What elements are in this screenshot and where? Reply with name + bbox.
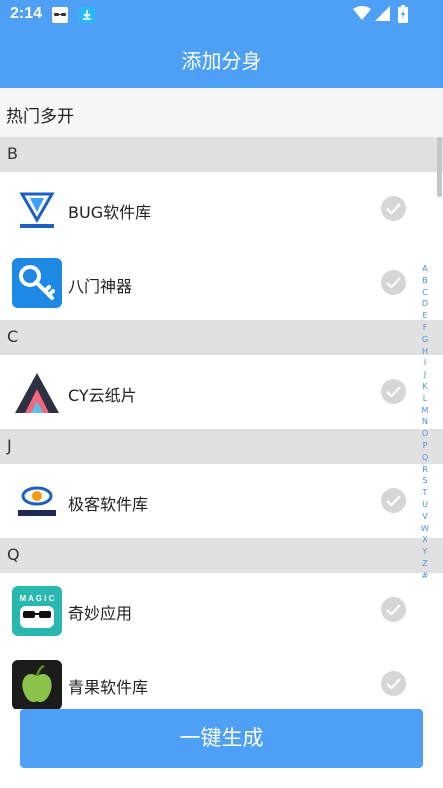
alpha-index-letter[interactable]: L (418, 393, 432, 405)
alpha-index-letter[interactable]: C (418, 287, 432, 299)
alpha-index-letter[interactable]: U (418, 499, 432, 511)
alpha-index-letter[interactable]: K (418, 381, 432, 393)
status-time: 2:14 (10, 5, 43, 22)
alpha-index-letter[interactable]: D (418, 298, 432, 310)
alpha-index-letter[interactable]: W (418, 523, 432, 535)
wifi-icon (353, 6, 371, 25)
list-item[interactable]: 八门神器 (0, 246, 443, 320)
app-name: 极客软件库 (68, 495, 149, 514)
select-check-icon[interactable] (381, 379, 406, 404)
section-header-q: Q (0, 538, 443, 573)
list-item[interactable]: M A G I C 奇妙应用 (0, 573, 443, 647)
section-header-b: B (0, 137, 443, 172)
alpha-index-letter[interactable]: Z (418, 558, 432, 570)
status-bar: 2:14 (0, 0, 443, 30)
list-scrollbar[interactable] (437, 137, 442, 197)
alpha-index-letter[interactable]: Y (418, 546, 432, 558)
section-letter: C (7, 327, 19, 346)
download-notification-icon (79, 7, 95, 27)
list-item[interactable]: 青果软件库 (0, 647, 443, 709)
list-item[interactable]: BUG软件库 (0, 172, 443, 246)
one-click-generate-button[interactable]: 一键生成 (20, 709, 423, 768)
alpha-index-letter[interactable]: Q (418, 452, 432, 464)
alpha-index-letter[interactable]: I (418, 357, 432, 369)
section-letter: B (7, 144, 18, 163)
select-check-icon[interactable] (381, 597, 406, 622)
section-letter: Q (7, 545, 20, 564)
svg-text:M A G I C: M A G I C (20, 594, 55, 603)
alpha-index-letter[interactable]: # (418, 570, 432, 582)
app-name: 青果软件库 (68, 678, 149, 697)
alpha-index-letter[interactable]: T (418, 487, 432, 499)
key-wrench-icon (12, 258, 62, 308)
alpha-index-letter[interactable]: X (418, 534, 432, 546)
alpha-index-letter[interactable]: P (418, 440, 432, 452)
signal-icon (375, 6, 390, 25)
list-item[interactable]: 极客软件库 (0, 464, 443, 538)
app-name: 奇妙应用 (68, 604, 133, 623)
app-name: BUG软件库 (68, 203, 152, 222)
section-header-c: C (0, 320, 443, 355)
select-check-icon[interactable] (381, 671, 406, 696)
alpha-index-letter[interactable]: V (418, 511, 432, 523)
hot-multi-open-section[interactable]: 热门多开 (0, 88, 443, 137)
alpha-index-letter[interactable]: N (418, 416, 432, 428)
bug-logo-icon (12, 184, 62, 234)
section-letter: J (7, 436, 12, 455)
app-name: CY云纸片 (68, 386, 137, 405)
alpha-index-letter[interactable]: F (418, 322, 432, 334)
app-name: 八门神器 (68, 277, 133, 296)
geek-logo-icon (12, 476, 62, 526)
alpha-index-letter[interactable]: H (418, 346, 432, 358)
alpha-index-letter[interactable]: J (418, 369, 432, 381)
cy-triangle-icon (12, 369, 62, 419)
select-check-icon[interactable] (381, 270, 406, 295)
magic-sunglasses-icon: M A G I C (12, 586, 62, 636)
alpha-index-letter[interactable]: E (418, 310, 432, 322)
app-list[interactable]: B BUG软件库 八门神器 C CY云纸片 J 极客软件库 Q M A G I … (0, 137, 443, 709)
alpha-index-letter[interactable]: R (418, 464, 432, 476)
section-header-j: J (0, 429, 443, 464)
hot-section-label: 热门多开 (6, 107, 74, 127)
alpha-index-letter[interactable]: A (418, 263, 432, 275)
select-check-icon[interactable] (381, 488, 406, 513)
green-apple-icon (12, 660, 62, 709)
alpha-index-letter[interactable]: M (418, 405, 432, 417)
app-bar: 2:14 添加分身 (0, 0, 443, 88)
select-check-icon[interactable] (381, 196, 406, 221)
alpha-index-letter[interactable]: G (418, 334, 432, 346)
alphabet-index[interactable]: A B C D E F G H I J K L M N O P Q R S T U V W X Y Z # (418, 263, 432, 582)
alpha-index-letter[interactable]: S (418, 475, 432, 487)
battery-charging-icon (398, 5, 408, 27)
list-item[interactable]: CY云纸片 (0, 355, 443, 429)
alpha-index-letter[interactable]: O (418, 428, 432, 440)
page-title: 添加分身 (181, 49, 262, 73)
sunglasses-notification-icon (52, 7, 68, 27)
alpha-index-letter[interactable]: B (418, 275, 432, 287)
